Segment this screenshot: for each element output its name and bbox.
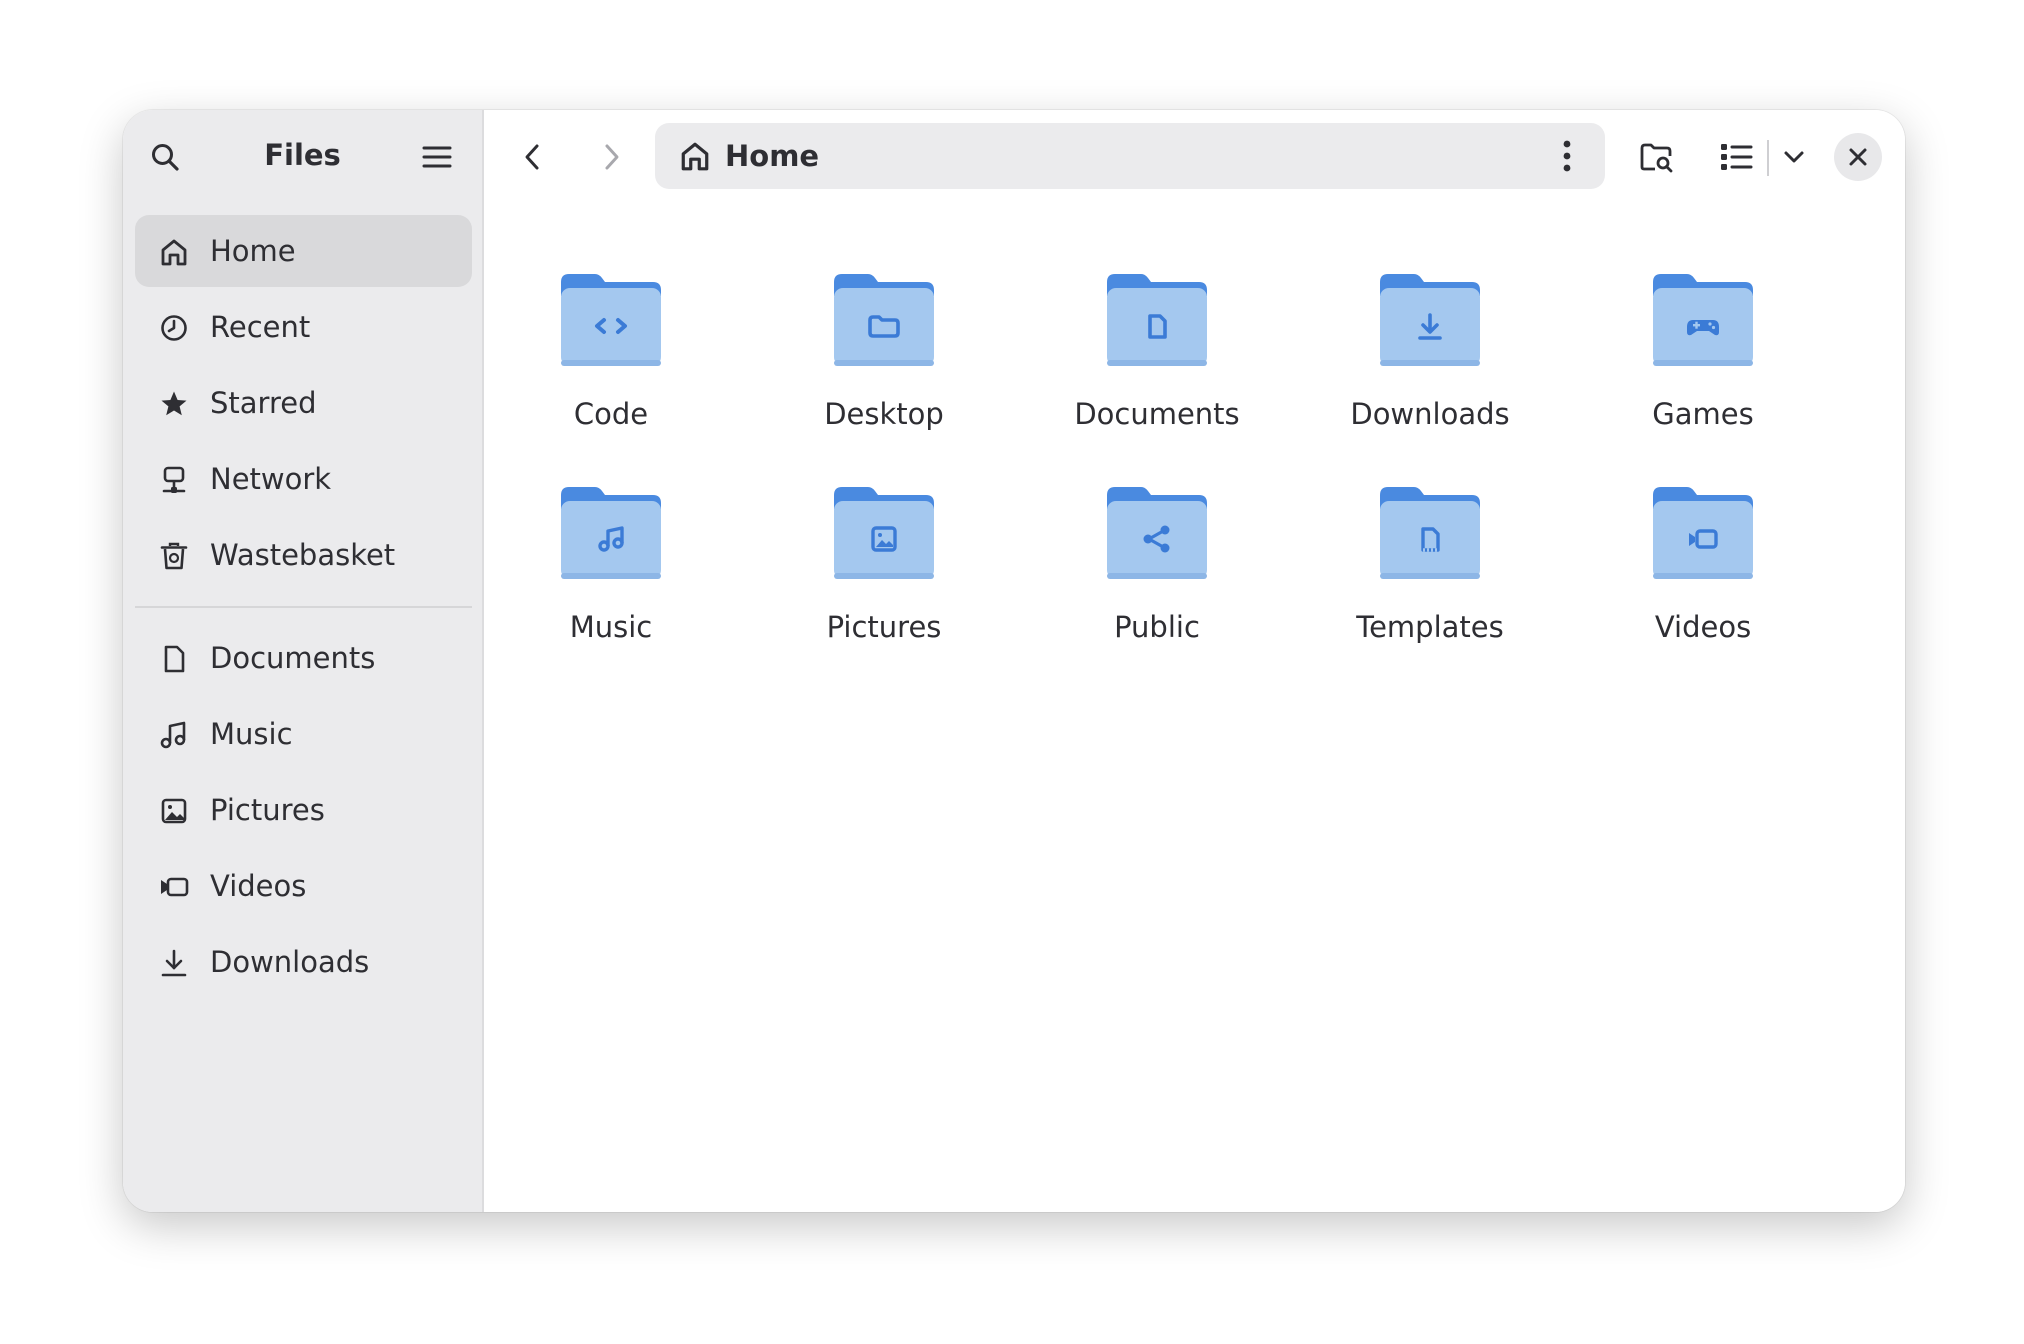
folder-icon (1653, 274, 1753, 366)
home-icon (681, 142, 709, 171)
folder-label: Code (573, 397, 649, 431)
view-options-button[interactable] (1776, 139, 1812, 175)
folder-desktop[interactable]: Desktop (774, 262, 994, 452)
main-content: Home Code Desktop Documents Downloads Ga… (484, 110, 1905, 1212)
video-icon (161, 877, 189, 897)
location-menu-button[interactable] (1547, 136, 1587, 176)
folder-icon (1653, 487, 1753, 579)
chevron-down-icon (1784, 151, 1804, 163)
sidebar-item-label: Home (210, 234, 296, 268)
chevron-left-icon (525, 144, 539, 170)
chevron-right-icon (605, 144, 619, 170)
folder-public[interactable]: Public (1047, 475, 1267, 665)
folder-code[interactable]: Code (501, 262, 721, 452)
folder-search-icon (1640, 143, 1673, 173)
folder-label: Games (1652, 397, 1754, 431)
vertical-dots-icon (1563, 140, 1571, 172)
folder-music[interactable]: Music (501, 475, 721, 665)
sidebar-separator (135, 606, 472, 608)
sidebar-item-label: Music (210, 717, 293, 751)
folder-downloads[interactable]: Downloads (1320, 262, 1540, 452)
list-view-button[interactable] (1712, 133, 1760, 181)
folder-label: Templates (1356, 610, 1504, 644)
home-icon (161, 239, 187, 266)
clock-icon (161, 315, 187, 341)
sidebar-item-label: Documents (210, 641, 376, 675)
breadcrumb[interactable]: Home (725, 139, 819, 173)
files-window: Files Home Recent Starred Network Wasteb… (123, 110, 1905, 1212)
document-icon (164, 645, 185, 673)
sidebar-item-recent[interactable]: Recent (135, 291, 472, 363)
folder-label: Music (569, 610, 653, 644)
star-icon (161, 391, 187, 416)
close-icon (1849, 148, 1867, 166)
folder-templates[interactable]: Templates (1320, 475, 1540, 665)
sidebar-item-label: Wastebasket (210, 538, 396, 572)
close-button[interactable] (1834, 133, 1882, 181)
folder-icon (1380, 274, 1480, 366)
location-bar[interactable]: Home (655, 123, 1605, 189)
search-location-button[interactable] (1632, 133, 1680, 181)
sidebar-item-pictures[interactable]: Pictures (135, 774, 472, 846)
folder-label: Desktop (824, 397, 944, 431)
folder-icon (561, 274, 661, 366)
folder-label: Public (1114, 610, 1200, 644)
folder-label: Pictures (826, 610, 942, 644)
trash-icon (160, 542, 188, 570)
sidebar-bookmarks: Documents Music Pictures Videos Download… (135, 622, 472, 1002)
sidebar-item-label: Videos (210, 869, 307, 903)
folder-label: Videos (1654, 610, 1752, 644)
picture-icon (161, 798, 187, 824)
sidebar-item-network[interactable]: Network (135, 443, 472, 515)
back-button[interactable] (509, 133, 557, 181)
main-menu-button[interactable] (413, 133, 461, 181)
sidebar-item-starred[interactable]: Starred (135, 367, 472, 439)
folder-documents[interactable]: Documents (1047, 262, 1267, 452)
list-view-icon (1721, 144, 1753, 170)
forward-button[interactable] (587, 133, 635, 181)
view-button-separator (1767, 140, 1769, 176)
download-icon (161, 949, 187, 977)
folder-games[interactable]: Games (1593, 262, 1813, 452)
folder-icon (834, 274, 934, 366)
hamburger-menu-icon (422, 146, 452, 168)
sidebar-places: Home Recent Starred Network Wastebasket (135, 215, 472, 595)
sidebar-item-documents[interactable]: Documents (135, 622, 472, 694)
sidebar-item-label: Pictures (210, 793, 325, 827)
sidebar-item-label: Network (210, 462, 332, 496)
network-icon (162, 466, 186, 493)
sidebar-item-label: Starred (210, 386, 317, 420)
folder-icon (834, 487, 934, 579)
folder-videos[interactable]: Videos (1593, 475, 1813, 665)
folder-label: Documents (1074, 397, 1240, 431)
folder-icon (1107, 274, 1207, 366)
music-icon (160, 721, 186, 749)
sidebar-item-label: Downloads (210, 945, 370, 979)
sidebar-item-downloads[interactable]: Downloads (135, 926, 472, 998)
folder-label: Downloads (1350, 397, 1510, 431)
sidebar-item-wastebasket[interactable]: Wastebasket (135, 519, 472, 591)
folder-icon (561, 487, 661, 579)
sidebar-item-videos[interactable]: Videos (135, 850, 472, 922)
sidebar-item-label: Recent (210, 310, 311, 344)
sidebar-item-home[interactable]: Home (135, 215, 472, 287)
folder-icon (1380, 487, 1480, 579)
sidebar-item-music[interactable]: Music (135, 698, 472, 770)
sidebar-header: Files (123, 110, 482, 204)
folder-icon (1107, 487, 1207, 579)
sidebar: Files Home Recent Starred Network Wasteb… (123, 110, 484, 1212)
folder-pictures[interactable]: Pictures (774, 475, 994, 665)
